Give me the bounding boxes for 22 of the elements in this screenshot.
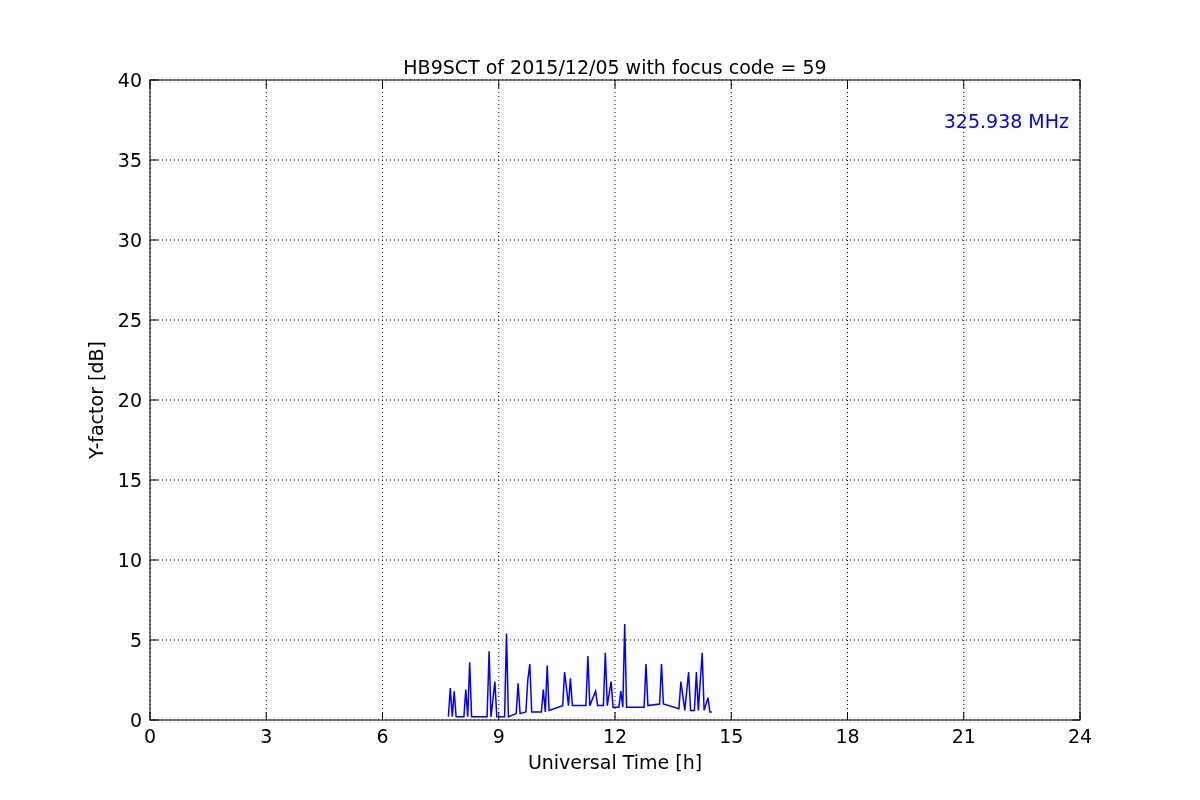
y-tick-label: 5	[129, 629, 142, 651]
y-axis-label: Y-factor [dB]	[85, 341, 107, 459]
x-tick-label: 9	[492, 725, 505, 747]
y-tick-label: 10	[117, 549, 142, 571]
y-tick-label: 30	[117, 229, 142, 251]
x-tick-label: 12	[602, 725, 628, 747]
y-tick-label: 0	[129, 709, 142, 731]
series-label: 325.938 MHz	[943, 110, 1069, 132]
x-tick-label: 18	[835, 725, 860, 747]
x-tick-label: 0	[143, 725, 157, 747]
x-tick-label: 15	[719, 725, 744, 747]
y-tick-label: 15	[117, 469, 142, 491]
chart-title: HB9SCT of 2015/12/05 with focus code = 59	[403, 56, 827, 78]
x-tick-label: 6	[376, 725, 389, 747]
y-tick-label: 40	[117, 69, 142, 91]
x-tick-label: 21	[951, 725, 976, 747]
y-tick-label: 25	[117, 309, 142, 331]
y-tick-label: 35	[117, 149, 142, 171]
x-tick-label: 3	[260, 725, 273, 747]
x-tick-label: 24	[1067, 725, 1093, 747]
x-axis-label: Universal Time [h]	[527, 751, 703, 773]
y-tick-label: 20	[117, 389, 142, 411]
